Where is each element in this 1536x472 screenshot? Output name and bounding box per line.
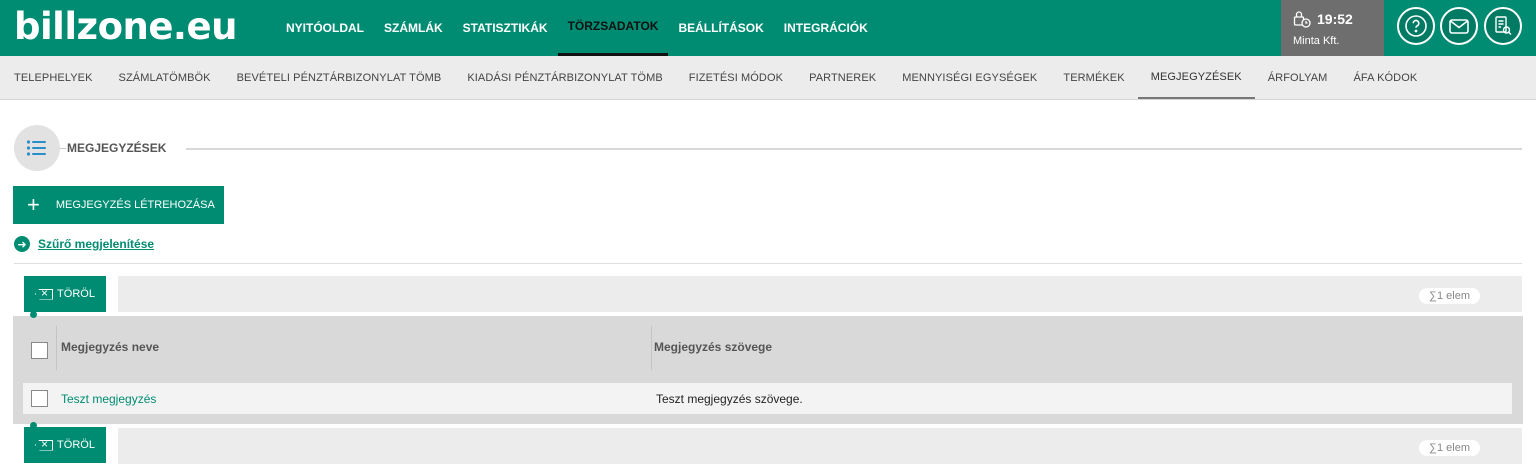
logo[interactable]: billzone.eu — [14, 4, 237, 50]
document-search-icon — [1495, 16, 1512, 35]
nav-item-integrations[interactable]: INTEGRÁCIÓK — [774, 0, 878, 56]
create-note-button[interactable]: + MEGJEGYZÉS LÉTREHOZÁSA — [13, 186, 224, 224]
create-note-label: MEGJEGYZÉS LÉTREHOZÁSA — [55, 199, 215, 211]
subnav-item-partners[interactable]: PARTNEREK — [796, 56, 889, 99]
row-note-text: Teszt megjegyzés szövege. — [656, 392, 803, 406]
arrow-right-icon: ➜ — [14, 236, 30, 252]
nav-item-settings[interactable]: BEÁLLÍTÁSOK — [668, 0, 773, 56]
nav-item-home[interactable]: NYITÓOLDAL — [276, 0, 374, 56]
column-separator — [56, 326, 57, 370]
main-nav: NYITÓOLDAL SZÁMLÁK STATISZTIKÁK TÖRZSADA… — [276, 0, 878, 56]
subnav-item-cash-receipt-block[interactable]: BEVÉTELI PÉNZTÁRBIZONYLAT TÖMB — [224, 56, 455, 99]
subnav-item-products[interactable]: TERMÉKEK — [1050, 56, 1137, 99]
column-separator — [651, 326, 652, 370]
row-checkbox[interactable] — [31, 390, 48, 407]
subnav-item-units[interactable]: MENNYISÉGI EGYSÉGEK — [889, 56, 1050, 99]
table-header: Megjegyzés neve Megjegyzés szövege — [13, 316, 1523, 380]
table-toolbar-bottom: ∑1 elem — [118, 428, 1522, 464]
column-header-text[interactable]: Megjegyzés szövege — [654, 340, 772, 354]
show-filter-label: Szűrő megjelenítése — [38, 237, 155, 251]
delete-button-top[interactable]: TÖRÖL — [24, 276, 106, 312]
plus-icon: + — [27, 192, 40, 217]
session-info[interactable]: 19:52 Minta Kft. — [1281, 0, 1384, 56]
help-button[interactable] — [1397, 7, 1435, 45]
document-search-button[interactable] — [1484, 7, 1522, 45]
item-count-badge: ∑1 elem — [1419, 440, 1480, 456]
toolbar-connector-dot — [30, 311, 37, 318]
section-divider — [60, 148, 66, 149]
section-divider — [186, 148, 1522, 150]
help-icon — [1405, 15, 1427, 37]
nav-item-invoices[interactable]: SZÁMLÁK — [374, 0, 453, 56]
delete-button-bottom[interactable]: TÖRÖL — [24, 427, 106, 463]
sub-nav: TELEPHELYEK SZÁMLATÖMBÖK BEVÉTELI PÉNZTÁ… — [0, 56, 1536, 100]
top-bar: billzone.eu NYITÓOLDAL SZÁMLÁK STATISZTI… — [0, 0, 1536, 56]
delete-label: TÖRÖL — [57, 439, 95, 451]
subnav-item-payment-methods[interactable]: FIZETÉSI MÓDOK — [676, 56, 796, 99]
company-name: Minta Kft. — [1293, 35, 1340, 47]
lock-clock-icon — [1293, 11, 1311, 28]
show-filter-link[interactable]: ➜ Szűrő megjelenítése — [14, 236, 154, 252]
divider — [14, 263, 1522, 264]
nav-item-master-data[interactable]: TÖRZSADATOK — [557, 0, 669, 56]
session-time: 19:52 — [1317, 11, 1353, 27]
item-count-badge: ∑1 elem — [1419, 288, 1480, 304]
mail-icon — [1449, 19, 1469, 34]
list-icon — [26, 140, 46, 156]
row-note-name-link[interactable]: Teszt megjegyzés — [61, 392, 156, 406]
nav-item-statistics[interactable]: STATISZTIKÁK — [453, 0, 558, 56]
subnav-item-sites[interactable]: TELEPHELYEK — [0, 56, 106, 99]
messages-button[interactable] — [1440, 7, 1478, 45]
subnav-item-exchange-rate[interactable]: ÁRFOLYAM — [1255, 56, 1341, 99]
delete-label: TÖRÖL — [57, 288, 95, 300]
column-header-name[interactable]: Megjegyzés neve — [61, 340, 159, 354]
subnav-item-notes[interactable]: MEGJEGYZÉSEK — [1137, 56, 1255, 99]
subnav-item-vat-codes[interactable]: ÁFA KÓDOK — [1340, 56, 1430, 99]
page-title: MEGJEGYZÉSEK — [67, 141, 167, 155]
subnav-item-invoice-blocks[interactable]: SZÁMLATÖMBÖK — [106, 56, 224, 99]
select-all-checkbox[interactable] — [31, 342, 48, 359]
backspace-icon — [35, 439, 54, 451]
subnav-item-cash-payment-block[interactable]: KIADÁSI PÉNZTÁRBIZONYLAT TÖMB — [454, 56, 675, 99]
section-icon-circle — [14, 125, 60, 171]
backspace-icon — [35, 288, 54, 300]
table-row[interactable]: Teszt megjegyzés Teszt megjegyzés szöveg… — [23, 383, 1512, 414]
table-toolbar-top: ∑1 elem — [118, 276, 1522, 312]
